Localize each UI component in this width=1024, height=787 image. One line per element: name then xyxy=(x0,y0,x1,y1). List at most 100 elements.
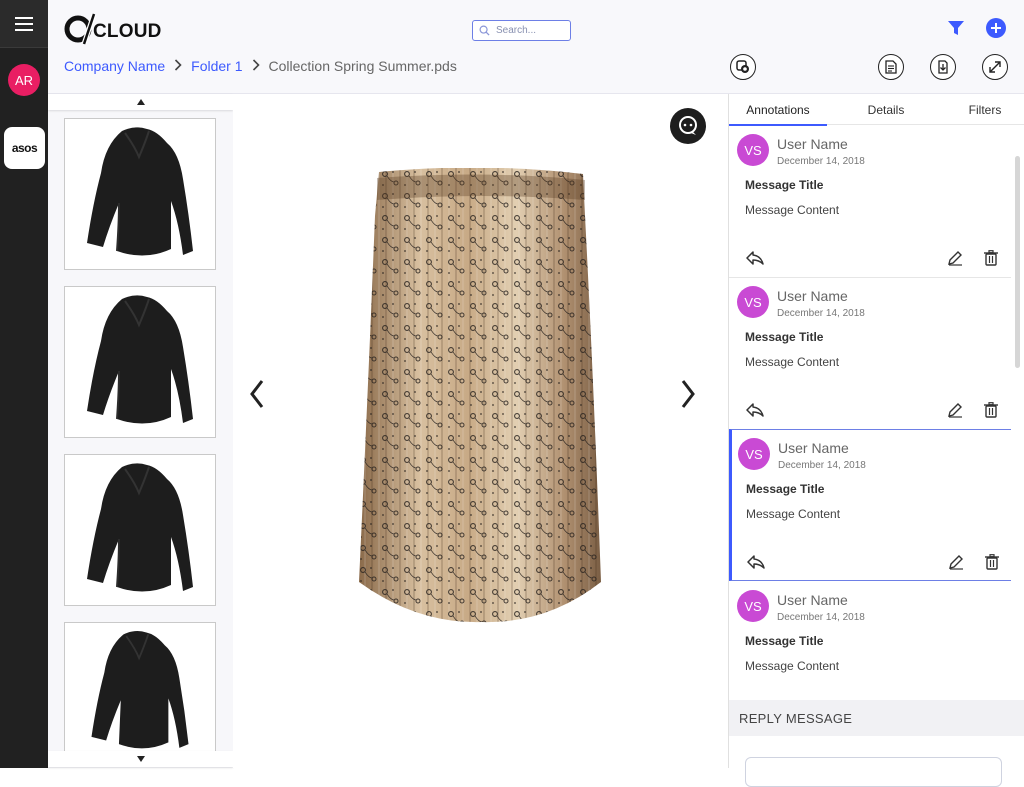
tab-annotations[interactable]: Annotations xyxy=(729,94,827,126)
sweater-thumbnail-icon xyxy=(87,127,193,256)
delete-button[interactable] xyxy=(981,400,1001,420)
annotation-scrollbar[interactable] xyxy=(1011,126,1024,700)
brand-logo: asos xyxy=(11,141,38,155)
annotation-title: Message Title xyxy=(745,178,824,192)
user-avatar[interactable]: AR xyxy=(8,64,40,96)
tab-filters[interactable]: Filters xyxy=(945,94,1024,125)
trash-icon xyxy=(984,250,998,266)
delete-button[interactable] xyxy=(982,552,1002,572)
annotation-avatar: VS xyxy=(738,438,770,470)
brand-workspace-button[interactable]: asos xyxy=(4,127,45,169)
hamburger-icon xyxy=(15,16,33,31)
annotation-user: User Name xyxy=(777,136,848,152)
annotation-card[interactable]: VS User Name December 14, 2018 Message T… xyxy=(729,582,1011,700)
reply-message-header: REPLY MESSAGE xyxy=(729,700,1024,736)
breadcrumb-company[interactable]: Company Name xyxy=(64,58,165,74)
copy-button[interactable] xyxy=(730,54,756,80)
left-rail: AR asos xyxy=(0,0,48,768)
annotation-avatar: VS xyxy=(737,590,769,622)
chevron-right-icon xyxy=(681,380,695,408)
pencil-icon xyxy=(948,251,962,266)
thumbnail-scroll-down-button[interactable] xyxy=(48,751,233,767)
annotation-card[interactable]: VS User Name December 14, 2018 Message T… xyxy=(729,278,1011,430)
chevron-right-icon xyxy=(174,58,182,74)
app-logo: CLOUD xyxy=(64,12,162,46)
thumbnail-item[interactable] xyxy=(64,286,216,438)
annotation-content: Message Content xyxy=(745,659,840,673)
breadcrumb-folder[interactable]: Folder 1 xyxy=(191,58,242,74)
annotation-user: User Name xyxy=(778,440,849,456)
download-icon xyxy=(938,60,948,74)
document-button[interactable] xyxy=(878,54,904,80)
annotation-title: Message Title xyxy=(745,330,824,344)
chat-bubble-icon xyxy=(679,116,697,135)
trash-icon xyxy=(984,402,998,418)
search-input[interactable] xyxy=(496,25,566,36)
reply-button[interactable] xyxy=(746,552,766,572)
add-button[interactable] xyxy=(986,18,1006,38)
annotation-list: VS User Name December 14, 2018 Message T… xyxy=(729,126,1024,700)
edit-button[interactable] xyxy=(945,400,965,420)
expand-button[interactable] xyxy=(982,54,1008,80)
thumbnail-scroll-up-button[interactable] xyxy=(48,94,233,110)
pencil-icon xyxy=(948,403,962,418)
annotation-content: Message Content xyxy=(745,203,840,217)
edit-button[interactable] xyxy=(946,552,966,572)
annotation-avatar: VS xyxy=(737,134,769,166)
hamburger-menu-button[interactable] xyxy=(0,0,48,48)
triangle-up-icon xyxy=(136,99,145,105)
delete-button[interactable] xyxy=(981,248,1001,268)
chevron-right-icon xyxy=(252,58,260,74)
thumbnail-strip xyxy=(48,94,233,768)
document-icon xyxy=(885,60,897,74)
filter-icon xyxy=(948,21,964,35)
search-icon xyxy=(479,25,490,36)
annotation-content: Message Content xyxy=(745,355,840,369)
annotation-user: User Name xyxy=(777,592,848,608)
sweater-thumbnail-icon xyxy=(91,631,189,749)
scrollbar-thumb[interactable] xyxy=(1015,156,1020,368)
reply-button[interactable] xyxy=(745,248,765,268)
search-box[interactable] xyxy=(472,20,571,41)
breadcrumb: Company Name Folder 1 Collection Spring … xyxy=(64,58,457,74)
breadcrumb-current-file: Collection Spring Summer.pds xyxy=(268,58,457,74)
comment-button[interactable] xyxy=(670,108,706,144)
filter-button[interactable] xyxy=(946,18,966,38)
annotation-card-selected[interactable]: VS User Name December 14, 2018 Message T… xyxy=(729,429,1024,581)
annotations-panel: Annotations Details Filters VS User Name… xyxy=(728,94,1024,787)
annotation-user: User Name xyxy=(777,288,848,304)
annotation-avatar: VS xyxy=(737,286,769,318)
pencil-icon xyxy=(949,555,963,570)
annotation-date: December 14, 2018 xyxy=(777,308,865,319)
previous-item-button[interactable] xyxy=(245,374,269,414)
logo-text: CLOUD xyxy=(93,21,162,42)
annotation-title: Message Title xyxy=(745,634,824,648)
triangle-down-icon xyxy=(136,756,145,762)
reply-icon xyxy=(746,251,764,265)
edit-button[interactable] xyxy=(945,248,965,268)
trash-icon xyxy=(985,554,999,570)
reply-button[interactable] xyxy=(745,400,765,420)
panel-tabs: Annotations Details Filters xyxy=(729,94,1024,126)
skirt-3d-render xyxy=(359,168,601,623)
copy-circle-icon xyxy=(736,60,749,73)
plus-icon xyxy=(991,23,1001,33)
annotation-date: December 14, 2018 xyxy=(777,156,865,167)
thumbnail-item[interactable] xyxy=(64,118,216,270)
expand-icon xyxy=(989,61,1001,73)
tab-details[interactable]: Details xyxy=(827,94,945,125)
sweater-thumbnail-icon xyxy=(87,295,193,424)
thumbnail-item[interactable] xyxy=(64,454,216,606)
annotation-content: Message Content xyxy=(746,507,841,521)
annotation-date: December 14, 2018 xyxy=(778,460,866,471)
annotation-card[interactable]: VS User Name December 14, 2018 Message T… xyxy=(729,126,1011,278)
next-item-button[interactable] xyxy=(676,374,700,414)
chevron-left-icon xyxy=(250,380,264,408)
header: CLOUD Company Name Folder 1 Collection S… xyxy=(48,0,1024,94)
annotation-title: Message Title xyxy=(746,482,825,496)
logo-mark-icon xyxy=(64,13,96,45)
reply-icon xyxy=(747,555,765,569)
download-button[interactable] xyxy=(930,54,956,80)
thumbnail-item[interactable] xyxy=(64,622,216,762)
reply-message-input[interactable] xyxy=(745,757,1002,787)
